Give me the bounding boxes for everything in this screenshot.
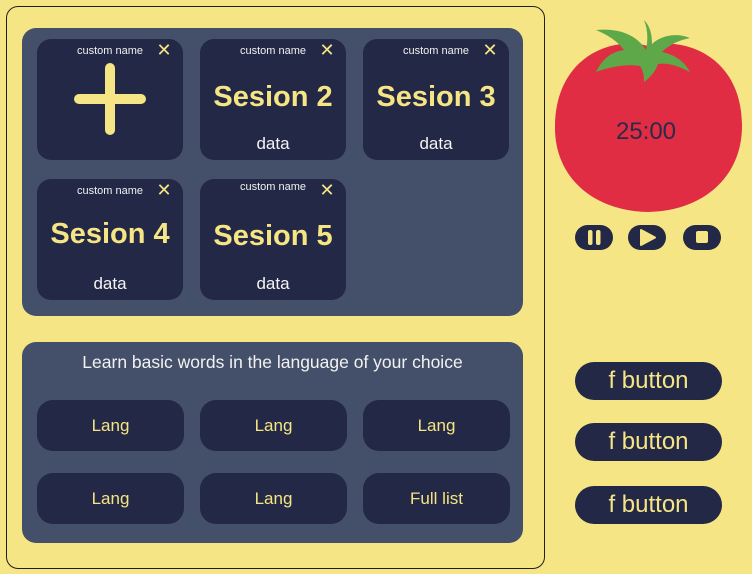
full-list-button[interactable]: Full list <box>363 473 510 524</box>
lang-button[interactable]: Lang <box>37 400 184 451</box>
session-data: data <box>93 274 127 293</box>
close-icon[interactable]: ✕ <box>318 181 336 199</box>
add-session-card[interactable]: custom name ✕ <box>37 39 183 160</box>
lang-button[interactable]: Lang <box>200 400 347 451</box>
play-icon <box>640 229 656 246</box>
tomato-icon <box>554 20 743 213</box>
language-panel-title: Learn basic words in the language of you… <box>82 352 463 372</box>
session-card[interactable]: custom name ✕ Sesion 3 data <box>363 39 509 160</box>
session-title: Sesion 4 <box>50 218 170 250</box>
pause-icon <box>588 230 601 245</box>
close-icon[interactable]: ✕ <box>155 181 173 199</box>
plus-icon[interactable] <box>74 63 146 135</box>
sessions-panel: custom name ✕ custom name ✕ Sesion 2 dat… <box>22 28 523 316</box>
lang-button[interactable]: Lang <box>37 473 184 524</box>
session-card[interactable]: custom name ✕ Sesion 5 data <box>200 179 346 300</box>
close-icon[interactable]: ✕ <box>481 41 499 59</box>
f-button[interactable]: f button <box>575 362 722 400</box>
session-title: Sesion 3 <box>376 81 496 113</box>
session-title: Sesion 2 <box>213 81 333 113</box>
timer-display: 25:00 <box>615 118 677 145</box>
session-data: data <box>256 134 290 153</box>
session-title: Sesion 5 <box>213 220 333 252</box>
session-data: data <box>256 274 290 293</box>
session-card[interactable]: custom name ✕ Sesion 2 data <box>200 39 346 160</box>
play-button[interactable] <box>628 225 666 250</box>
lang-button[interactable]: Lang <box>200 473 347 524</box>
f-button[interactable]: f button <box>575 423 722 461</box>
session-card[interactable]: custom name ✕ Sesion 4 data <box>37 179 183 300</box>
lang-button[interactable]: Lang <box>363 400 510 451</box>
close-icon[interactable]: ✕ <box>318 41 336 59</box>
language-panel: Learn basic words in the language of you… <box>22 342 523 543</box>
stop-icon <box>696 231 708 243</box>
pause-button[interactable] <box>575 225 613 250</box>
f-button[interactable]: f button <box>575 486 722 524</box>
session-data: data <box>419 134 453 153</box>
close-icon[interactable]: ✕ <box>155 41 173 59</box>
stop-button[interactable] <box>683 225 721 250</box>
